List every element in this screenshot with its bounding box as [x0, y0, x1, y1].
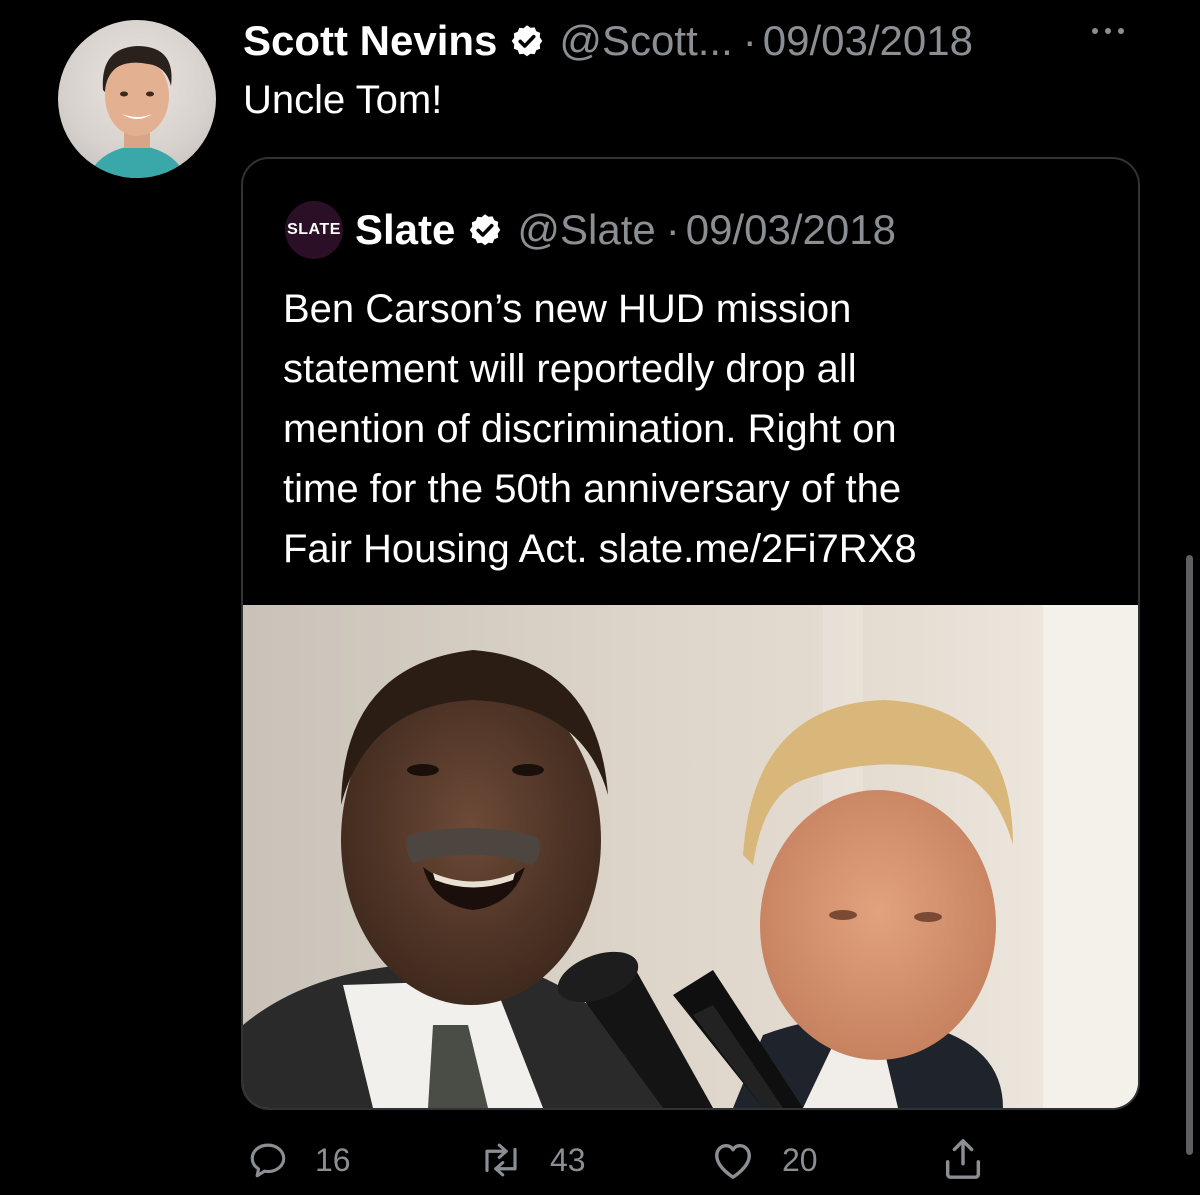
quoted-text-line: mention of discrimination. Right on [283, 407, 897, 451]
quoted-author-name[interactable]: Slate [355, 206, 455, 254]
tweet-header: Scott Nevins @Scott... · 09/03/2018 [243, 14, 973, 68]
author-handle[interactable]: @Scott... [559, 17, 732, 65]
quoted-author-handle[interactable]: @Slate [517, 206, 655, 254]
share-button[interactable] [940, 1135, 986, 1183]
author-name[interactable]: Scott Nevins [243, 17, 497, 65]
slate-avatar: SLATE [285, 201, 343, 259]
reply-button[interactable]: 16 [247, 1139, 351, 1181]
quoted-text-line: time for the 50th anniversary of the [283, 467, 902, 511]
quoted-text-line: Fair Housing Act. slate.me/2Fi7RX8 [283, 527, 917, 571]
tweet-text: Uncle Tom! [243, 78, 443, 122]
author-avatar[interactable] [58, 20, 216, 178]
tweet-actions: 16 43 20 [0, 1135, 1200, 1195]
verified-badge-icon [467, 212, 503, 248]
quoted-header-separator: · [665, 206, 680, 253]
quoted-tweet-header: SLATE Slate @Slate · 09/03/2018 [285, 201, 896, 259]
tweet-date[interactable]: 09/03/2018 [763, 17, 973, 65]
quoted-text-line: statement will reportedly drop all [283, 347, 857, 391]
retweet-icon [476, 1139, 526, 1181]
verified-badge-icon [509, 23, 545, 59]
share-icon [940, 1135, 986, 1183]
retweet-button[interactable]: 43 [476, 1139, 586, 1181]
retweet-count: 43 [550, 1141, 586, 1178]
more-dots-icon[interactable] [1092, 28, 1124, 34]
slate-logo-text: SLATE [287, 221, 341, 238]
quoted-tweet-card[interactable]: SLATE Slate @Slate · 09/03/2018 Ben Cars… [241, 157, 1140, 1110]
quoted-text-line: Ben Carson’s new HUD mission [283, 287, 852, 331]
reply-count: 16 [315, 1141, 351, 1178]
quoted-tweet-text: Ben Carson’s new HUD mission statement w… [283, 279, 1103, 579]
quoted-tweet-photo[interactable] [243, 605, 1138, 1108]
heart-icon [710, 1139, 756, 1181]
like-count: 20 [782, 1141, 818, 1178]
like-button[interactable]: 20 [710, 1139, 818, 1181]
header-separator: · [742, 17, 757, 64]
reply-icon [247, 1139, 289, 1181]
scrollbar[interactable] [1186, 555, 1193, 1155]
quoted-tweet-date[interactable]: 09/03/2018 [686, 206, 896, 254]
